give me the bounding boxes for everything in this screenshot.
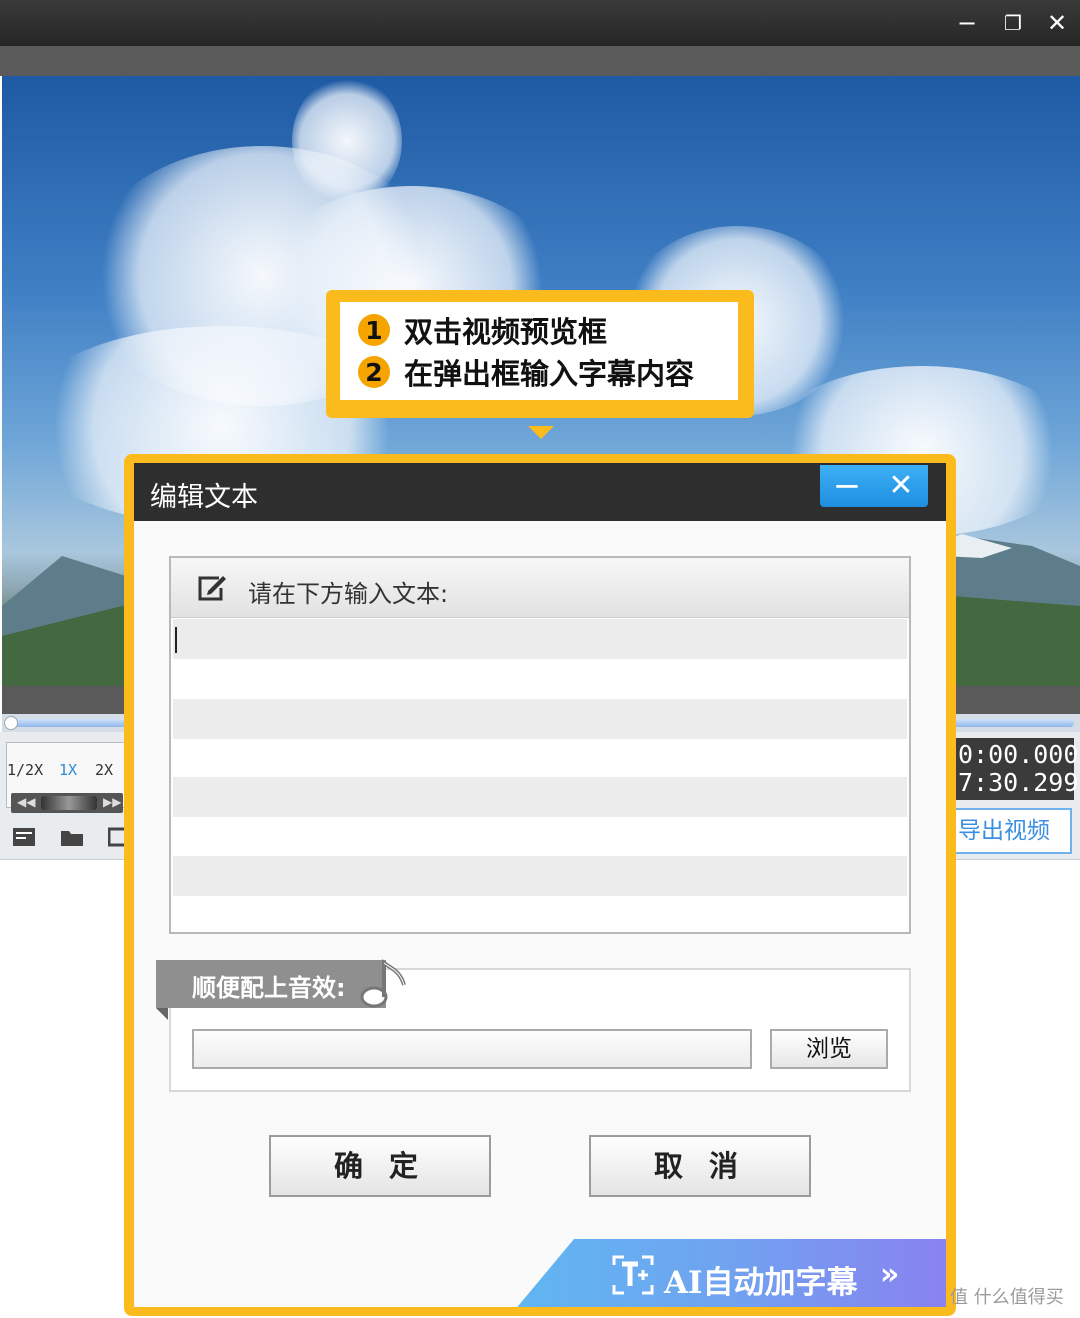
jog-slider[interactable] <box>41 796 97 810</box>
music-note-icon <box>360 959 406 1008</box>
app-titlebar: − ❐ ✕ <box>0 0 1080 46</box>
watermark-text: 值 什么值得买 <box>950 1287 1064 1308</box>
text-line <box>173 699 907 739</box>
browse-button[interactable]: 浏览 <box>770 1029 888 1069</box>
export-video-button[interactable]: 导出视频 <box>954 808 1072 854</box>
cancel-button[interactable]: 取 消 <box>589 1135 811 1197</box>
screen: − ❐ ✕ 1/2X 1X 2X ◀◀ ▶▶ 0:00.000 7:30.299… <box>0 0 1080 1318</box>
speed-normal-option[interactable]: 1X <box>59 761 77 779</box>
instruction-callout: 1 双击视频预览框 2 在弹出框输入字幕内容 <box>326 290 754 418</box>
step-text: 双击视频预览框 <box>404 315 608 349</box>
dialog-minimize-button[interactable]: − <box>820 465 874 507</box>
step-text: 在弹出框输入字幕内容 <box>404 357 695 391</box>
text-line <box>173 619 907 659</box>
dialog-title: 编辑文本 <box>150 482 258 513</box>
playback-bar: ◀◀ ▶▶ <box>11 793 123 813</box>
text-line <box>173 817 907 857</box>
watermark: 值 什么值得买 <box>950 1283 1064 1309</box>
folder-icon[interactable] <box>60 826 84 848</box>
ai-subtitle-label[interactable]: AI自动加字幕 <box>664 1257 858 1302</box>
subtitle-textarea[interactable] <box>173 619 907 932</box>
tab-fold <box>156 1008 168 1020</box>
subtitle-icon[interactable] <box>12 826 36 848</box>
text-line <box>173 659 907 699</box>
total-time: 7:30.299 <box>958 768 1079 797</box>
text-line <box>173 777 907 817</box>
dialog-window-buttons: − ✕ <box>820 465 928 507</box>
dialog-close-button[interactable]: ✕ <box>874 465 928 507</box>
speed-selector: 1/2X 1X 2X ◀◀ ▶▶ <box>6 742 126 813</box>
edit-text-dialog: 编辑文本 − ✕ 请在下方输入文本: 顺便配上音效: 浏览 确 定 取 消 AI… <box>134 463 946 1307</box>
toolbar-strip <box>0 46 1080 76</box>
speed-half-option[interactable]: 1/2X <box>7 761 43 779</box>
callout-step-2: 2 在弹出框输入字幕内容 <box>358 352 694 392</box>
text-panel-header: 请在下方输入文本: <box>171 558 909 618</box>
callout-step-1: 1 双击视频预览框 <box>358 310 607 350</box>
ai-chevron-icon[interactable]: » <box>880 1257 899 1292</box>
speed-double-option[interactable]: 2X <box>95 761 113 779</box>
text-prompt-label: 请在下方输入文本: <box>248 580 449 608</box>
step-number-badge: 1 <box>358 314 390 346</box>
ai-subtitle-icon <box>612 1255 654 1295</box>
step-number-badge: 2 <box>358 356 390 388</box>
rewind-button[interactable]: ◀◀ <box>17 795 35 809</box>
window-close-button[interactable]: ✕ <box>1040 8 1074 38</box>
cloud <box>292 76 402 206</box>
text-line <box>173 739 907 779</box>
ok-button[interactable]: 确 定 <box>269 1135 491 1197</box>
edit-icon <box>198 576 226 601</box>
sound-file-input[interactable] <box>192 1029 752 1069</box>
text-line <box>173 856 907 896</box>
text-caret <box>175 627 177 653</box>
text-input-panel: 请在下方输入文本: <box>169 556 911 934</box>
dialog-titlebar[interactable]: 编辑文本 − ✕ <box>134 463 946 521</box>
time-display: 0:00.000 7:30.299 <box>954 738 1079 800</box>
window-restore-button[interactable]: ❐ <box>996 8 1030 38</box>
forward-button[interactable]: ▶▶ <box>103 795 121 809</box>
current-time: 0:00.000 <box>958 740 1079 769</box>
callout-pointer <box>528 426 554 439</box>
sound-effect-label: 顺便配上音效: <box>192 974 346 1002</box>
progress-knob[interactable] <box>4 716 18 730</box>
window-minimize-button[interactable]: − <box>950 8 984 38</box>
callout-body: 1 双击视频预览框 2 在弹出框输入字幕内容 <box>340 302 738 400</box>
